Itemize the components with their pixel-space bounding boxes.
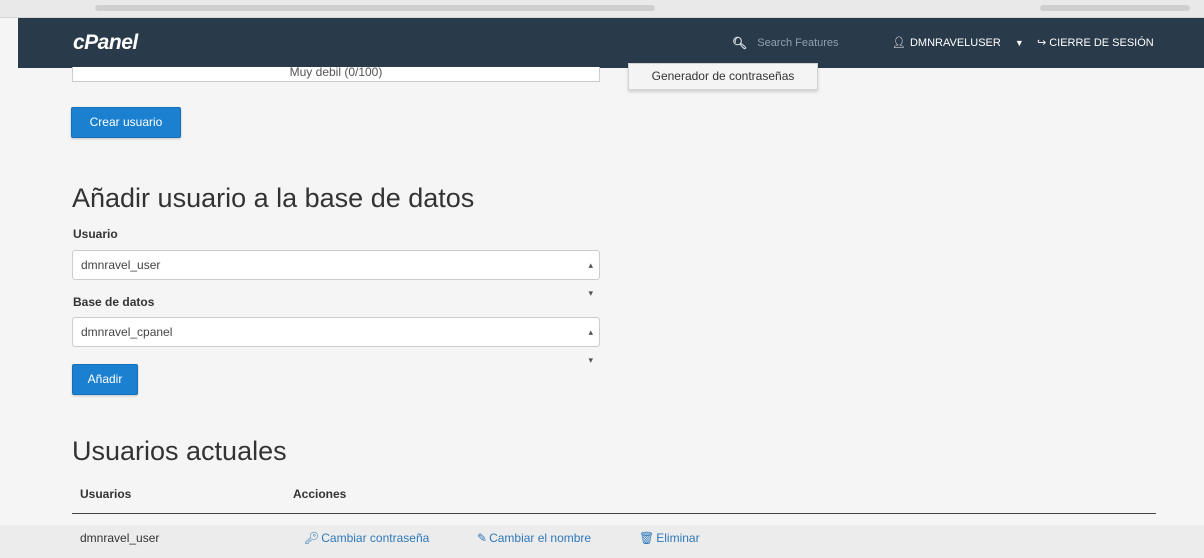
delete-link[interactable]: 🗑︎ Eliminar — [639, 531, 700, 545]
logout-label: CIERRE DE SESIÓN — [1049, 36, 1154, 49]
search-icon: 🔍︎ — [732, 36, 748, 50]
user-icon: 👤︎ — [892, 37, 906, 49]
chevron-down-icon: ▼ — [1014, 37, 1024, 48]
search-features[interactable]: 🔍︎ Search Features — [732, 36, 839, 50]
password-strength-meter: Muy debil (0/100) — [72, 66, 600, 82]
user-select-label: Usuario — [73, 227, 118, 241]
user-cell: dmnravel_user — [80, 531, 160, 545]
table-header-divider — [72, 513, 1156, 514]
key-icon: 🔑︎ — [304, 531, 320, 545]
database-select-label: Base de datos — [73, 295, 155, 309]
user-select-value: dmnravel_user — [81, 258, 161, 272]
add-user-to-db-heading: Añadir usuario a la base de datos — [72, 183, 475, 213]
change-password-link[interactable]: 🔑︎ Cambiar contraseña — [304, 531, 429, 545]
top-navbar: cPanel 🔍︎ Search Features 👤︎ DMNRAVELUSE… — [18, 18, 1204, 68]
column-header-users: Usuarios — [80, 487, 132, 501]
current-users-heading: Usuarios actuales — [72, 436, 287, 466]
select-arrows-icon: ▴ ▾ — [588, 327, 593, 365]
pencil-icon: ✎ — [477, 531, 488, 545]
logout-button[interactable]: ↪ CIERRE DE SESIÓN — [1037, 36, 1154, 50]
user-select[interactable]: dmnravel_user ▴ ▾ — [72, 250, 600, 298]
delete-label: Eliminar — [656, 531, 700, 545]
logout-icon: ↪ — [1037, 37, 1047, 49]
database-select[interactable]: dmnravel_cpanel ▴ ▾ — [72, 317, 600, 365]
user-menu[interactable]: 👤︎ DMNRAVELUSER ▼ — [892, 36, 1024, 50]
password-generator-button[interactable]: Generador de contraseñas — [628, 63, 818, 90]
select-arrows-icon: ▴ ▾ — [588, 260, 593, 298]
username: DMNRAVELUSER — [909, 36, 1001, 49]
rename-label: Cambiar el nombre — [489, 531, 592, 545]
column-header-actions: Acciones — [293, 487, 347, 501]
change-password-label: Cambiar contraseña — [321, 531, 430, 545]
database-select-value: dmnravel_cpanel — [81, 325, 173, 339]
add-button[interactable]: Añadir — [72, 364, 138, 395]
table-row — [0, 525, 1204, 558]
browser-extensions — [1040, 5, 1190, 11]
trash-icon: 🗑︎ — [639, 531, 655, 545]
search-input[interactable]: Search Features — [757, 37, 838, 49]
browser-toolbar — [0, 0, 1204, 18]
cpanel-logo[interactable]: cPanel — [73, 31, 138, 55]
create-user-button[interactable]: Crear usuario — [71, 107, 181, 138]
address-bar[interactable] — [95, 5, 655, 11]
rename-link[interactable]: ✎ Cambiar el nombre — [477, 531, 591, 545]
